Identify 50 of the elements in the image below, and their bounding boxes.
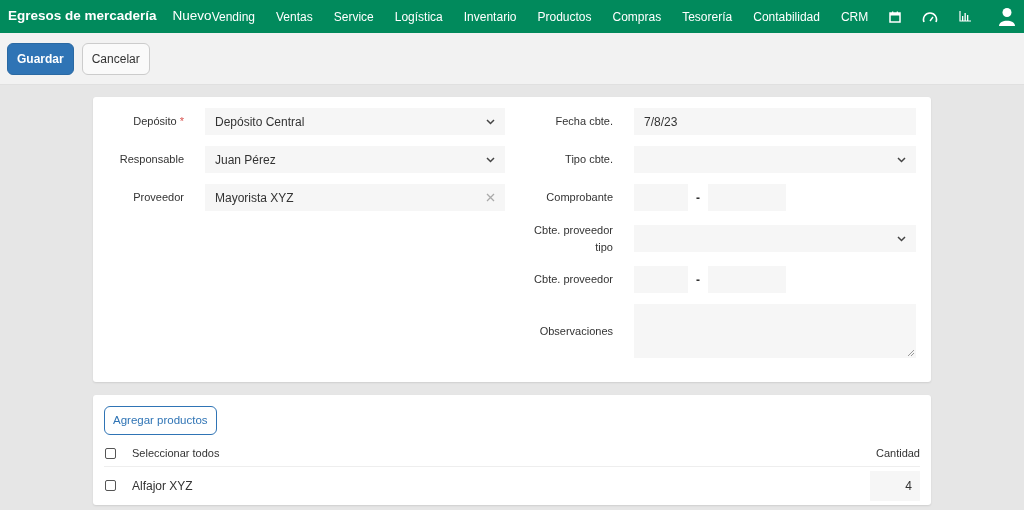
add-products-button[interactable]: Agregar productos: [104, 406, 217, 436]
gauge-icon[interactable]: [922, 10, 939, 23]
page-title: Egresos de mercadería: [8, 7, 157, 26]
user-avatar-icon[interactable]: [998, 6, 1017, 27]
field-label: Tipo cbte.: [565, 153, 613, 166]
field-label: Comprobante: [546, 191, 613, 204]
chevron-down-icon: [486, 118, 495, 125]
separator: -: [696, 189, 700, 207]
select-all-label[interactable]: Seleccionar todos: [132, 445, 220, 462]
field-label: Responsable: [119, 153, 184, 166]
nav-link[interactable]: Compras: [612, 7, 662, 26]
chevron-down-icon: [897, 156, 906, 163]
nav-link[interactable]: Tesorería: [682, 7, 733, 26]
column-header: Cantidad: [875, 446, 920, 462]
resize-grip-icon: [908, 350, 914, 356]
checkbox[interactable]: [105, 480, 116, 492]
field-label: Proveedor: [133, 191, 184, 204]
clear-icon[interactable]: [486, 193, 495, 202]
nav-link[interactable]: CRM: [840, 7, 869, 26]
field-label: Cbte. proveedor tipo: [534, 224, 613, 253]
nav-link[interactable]: Productos: [537, 7, 592, 26]
required-mark: *: [179, 115, 184, 128]
save-button[interactable]: Guardar: [7, 42, 74, 75]
select-field[interactable]: Juan Pérez: [205, 146, 505, 173]
textarea-field[interactable]: [634, 304, 916, 358]
search-select-field[interactable]: Mayorista XYZ: [205, 184, 505, 211]
nav-link[interactable]: Logística: [394, 7, 443, 26]
quantity-field[interactable]: 4: [870, 470, 920, 501]
nav-link[interactable]: Ventas: [276, 7, 313, 26]
separator: -: [696, 271, 700, 289]
date-field[interactable]: 7/8/23: [634, 108, 916, 135]
nav-link[interactable]: Inventario: [463, 7, 517, 26]
field-label: Observaciones: [539, 324, 613, 337]
field-label: Fecha cbte.: [555, 115, 613, 128]
nav-link[interactable]: Contabilidad: [753, 7, 820, 26]
select-field[interactable]: [634, 225, 916, 252]
chevron-down-icon: [897, 235, 906, 242]
field-label: Cbte. proveedor: [534, 273, 613, 286]
field-label: Depósito: [133, 115, 177, 128]
calendar-icon[interactable]: [889, 10, 902, 23]
select-field[interactable]: [634, 146, 916, 173]
breadcrumb-current: Nuevo: [172, 7, 212, 26]
nav-link[interactable]: Service: [333, 7, 374, 26]
product-name: Alfajor XYZ: [132, 477, 193, 495]
checkbox[interactable]: [105, 448, 116, 459]
cancel-button[interactable]: Cancelar: [81, 42, 150, 75]
bar-chart-icon[interactable]: [959, 11, 972, 22]
select-field[interactable]: Depósito Central: [205, 108, 505, 135]
nav-link[interactable]: Vending: [211, 7, 255, 26]
chevron-down-icon: [486, 156, 495, 163]
